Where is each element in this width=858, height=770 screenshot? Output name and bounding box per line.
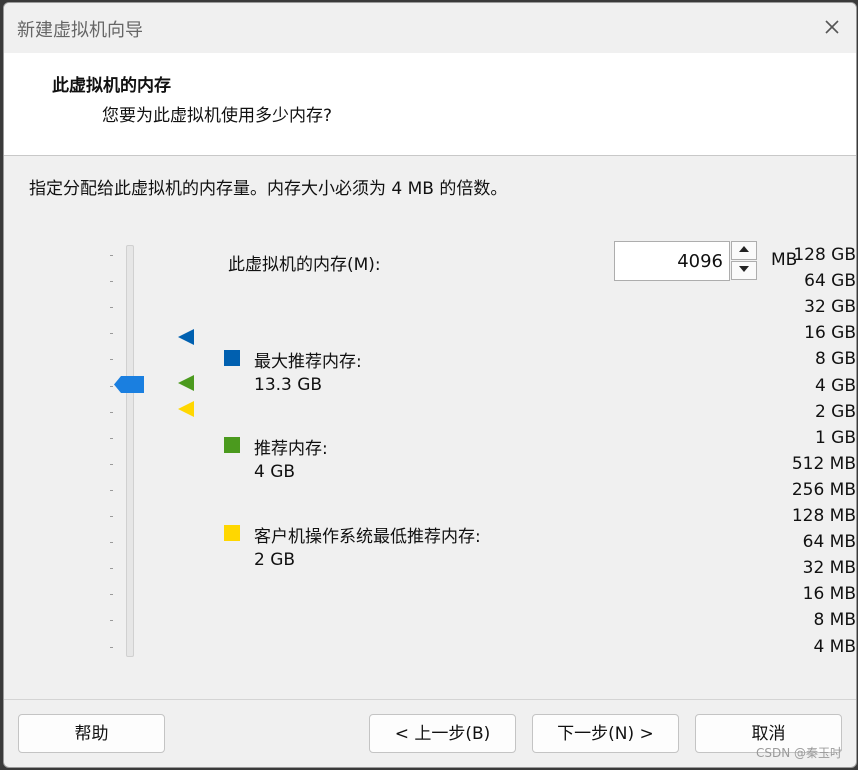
min-recommended-marker-icon xyxy=(178,401,194,417)
scale-label: 256 MB xyxy=(791,479,856,500)
memory-input[interactable] xyxy=(614,241,730,281)
scale-tick xyxy=(110,620,113,622)
scale-label: 64 MB xyxy=(802,532,856,553)
max-recommended-marker-icon xyxy=(178,329,194,345)
close-icon xyxy=(825,20,839,34)
memory-field-label: 此虚拟机的内存(M): xyxy=(228,255,381,275)
header-panel: 此虚拟机的内存 您要为此虚拟机使用多少内存? xyxy=(4,53,856,156)
scale-label: 32 MB xyxy=(802,558,856,579)
memory-unit: MB xyxy=(771,250,798,270)
watermark: CSDN @秦玉吋 xyxy=(755,746,842,760)
scale-tick xyxy=(110,385,113,387)
max-recommended-swatch xyxy=(224,350,240,366)
close-button[interactable] xyxy=(818,13,846,41)
spin-up-icon xyxy=(739,246,749,252)
scale-tick xyxy=(110,568,113,570)
scale-tick xyxy=(110,594,113,596)
window-title: 新建虚拟机向导 xyxy=(17,20,143,41)
scale-label: 4 GB xyxy=(814,375,856,396)
scale-tick xyxy=(110,307,113,309)
page-title: 此虚拟机的内存 xyxy=(52,76,171,96)
memory-decrement-button[interactable] xyxy=(731,261,757,280)
scale-tick xyxy=(110,437,113,439)
new-vm-wizard-window: 新建虚拟机向导 此虚拟机的内存 您要为此虚拟机使用多少内存? 指定分配给此虚拟机… xyxy=(3,2,857,768)
scale-label: 64 GB xyxy=(804,271,856,292)
scale-tick xyxy=(110,646,113,648)
scale-label: 8 MB xyxy=(813,610,856,631)
memory-slider-thumb[interactable] xyxy=(114,376,144,393)
instruction-text: 指定分配给此虚拟机的内存量。内存大小必须为 4 MB 的倍数。 xyxy=(29,179,508,199)
scale-tick xyxy=(110,333,113,335)
scale-label: 8 GB xyxy=(814,349,856,370)
spin-down-icon xyxy=(739,266,749,272)
recommended-marker-icon xyxy=(178,375,194,391)
scale-label: 2 GB xyxy=(814,401,856,422)
scale-tick xyxy=(110,489,113,491)
min-recommended-value: 2 GB xyxy=(254,550,296,570)
scale-label: 1 GB xyxy=(814,427,856,448)
scale-tick xyxy=(110,463,113,465)
scale-tick xyxy=(110,516,113,517)
scale-label: 128 MB xyxy=(791,506,856,526)
footer-divider xyxy=(4,699,856,700)
scale-label: 32 GB xyxy=(804,297,856,318)
scale-label: 16 MB xyxy=(802,584,856,605)
help-button[interactable]: 帮助 xyxy=(18,714,165,753)
scale-tick xyxy=(110,359,113,361)
scale-tick xyxy=(110,411,113,413)
page-subtitle: 您要为此虚拟机使用多少内存? xyxy=(102,106,333,126)
title-bar: 新建虚拟机向导 xyxy=(4,3,856,53)
memory-slider-track[interactable] xyxy=(126,245,134,657)
min-recommended-swatch xyxy=(224,525,240,541)
back-button[interactable]: < 上一步(B) xyxy=(369,714,516,753)
scale-tick xyxy=(110,281,113,283)
recommended-label: 推荐内存: xyxy=(254,439,328,459)
scale-label: 16 GB xyxy=(804,323,856,344)
scale-tick xyxy=(110,255,113,256)
scale-label: 512 MB xyxy=(791,453,856,474)
scale-tick xyxy=(110,542,113,544)
min-recommended-label: 客户机操作系统最低推荐内存: xyxy=(254,527,481,547)
memory-increment-button[interactable] xyxy=(731,241,757,260)
max-recommended-value: 13.3 GB xyxy=(254,375,323,395)
recommended-value: 4 GB xyxy=(254,462,296,482)
max-recommended-label: 最大推荐内存: xyxy=(254,352,362,372)
scale-label: 4 MB xyxy=(813,636,856,657)
recommended-swatch xyxy=(224,437,240,453)
next-button[interactable]: 下一步(N) > xyxy=(532,714,679,753)
